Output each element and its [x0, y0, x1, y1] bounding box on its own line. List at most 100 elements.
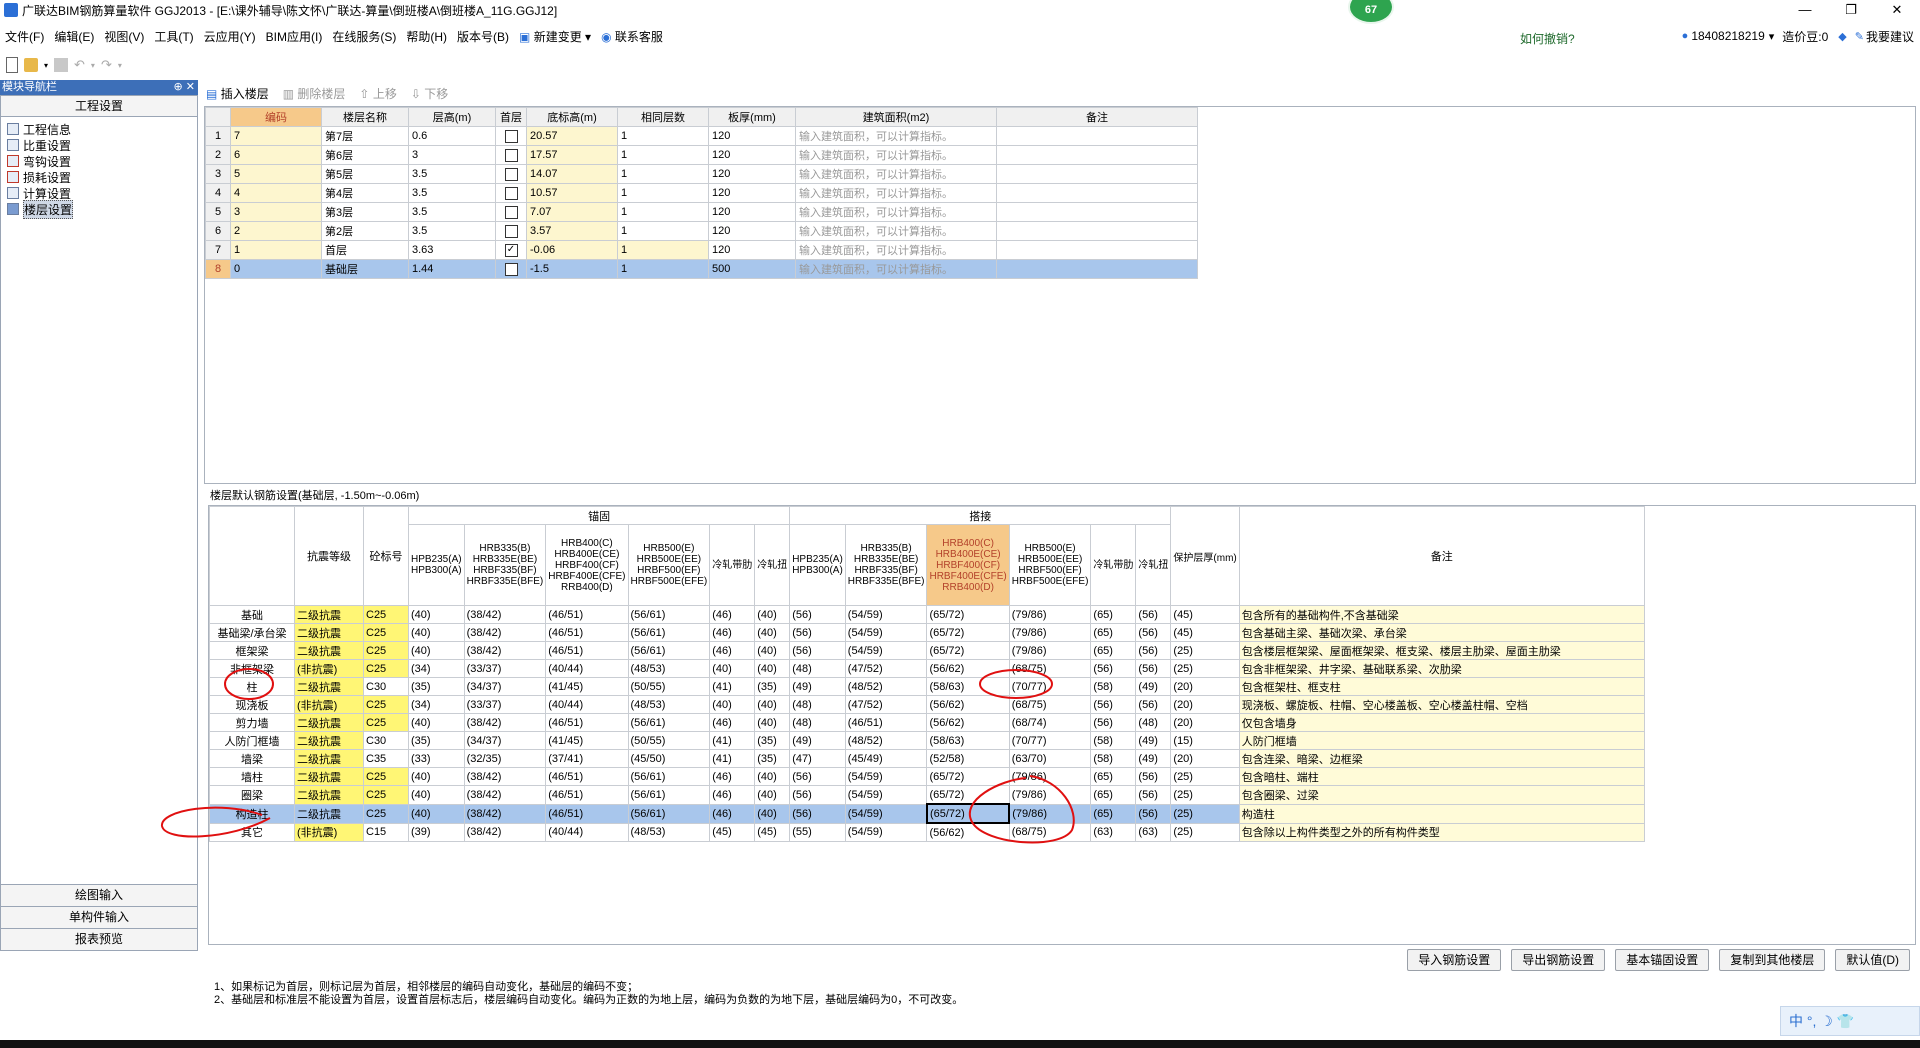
concrete-grade-cell[interactable]: C25 — [363, 713, 409, 732]
floor-base-cell[interactable]: 7.07 — [526, 202, 618, 222]
score-badge[interactable]: 67 — [1348, 0, 1394, 24]
lap-value-cell[interactable]: (52/58) — [926, 749, 1010, 768]
anchor-value-cell[interactable]: (35) — [754, 749, 791, 768]
floor-height-cell[interactable]: 3 — [408, 145, 496, 165]
seismic-grade-cell[interactable]: 二级抗震 — [294, 731, 364, 750]
lap-value-cell[interactable]: (54/59) — [844, 822, 928, 842]
anchor-value-cell[interactable]: (46) — [709, 605, 756, 624]
anchor-value-cell[interactable]: (41) — [709, 749, 756, 768]
floor-same-cell[interactable]: 1 — [617, 145, 709, 165]
menu-new-change[interactable]: ▣ 新建变更 ▾ — [514, 28, 596, 45]
lap-value-cell[interactable]: (45/49) — [844, 749, 928, 768]
floor-row-number[interactable]: 6 — [205, 221, 231, 241]
floor-remark-cell[interactable] — [996, 145, 1198, 165]
lap-value-cell[interactable]: (68/75) — [1008, 659, 1092, 678]
cover-cell[interactable]: (25) — [1170, 659, 1240, 678]
anchor-value-cell[interactable]: (46) — [709, 803, 756, 824]
lap-value-cell[interactable]: (56) — [1135, 803, 1172, 824]
lap-value-cell[interactable]: (65) — [1090, 605, 1137, 624]
anchor-value-cell[interactable]: (38/42) — [463, 785, 547, 805]
lap-value-cell[interactable]: (54/59) — [844, 641, 928, 660]
concrete-grade-cell[interactable]: C25 — [363, 623, 409, 642]
floor-height-cell[interactable]: 3.5 — [408, 183, 496, 203]
note-cell[interactable]: 人防门框墙 — [1238, 731, 1645, 750]
lap-value-cell[interactable]: (68/75) — [1008, 822, 1092, 842]
col-first[interactable]: 首层 — [495, 107, 527, 127]
floor-height-cell[interactable]: 0.6 — [408, 126, 496, 146]
lap-value-cell[interactable]: (47/52) — [844, 695, 928, 714]
lap-value-cell[interactable]: (56) — [789, 785, 846, 805]
lap-value-cell[interactable]: (65/72) — [926, 623, 1010, 642]
anchor-value-cell[interactable]: (56/61) — [627, 641, 711, 660]
seismic-grade-cell[interactable]: 二级抗震 — [294, 749, 364, 768]
floor-row-number[interactable]: 8 — [205, 259, 231, 279]
undo-icon[interactable]: ↶ — [74, 57, 85, 73]
anchor-value-cell[interactable]: (39) — [408, 822, 465, 842]
concrete-grade-cell[interactable]: C25 — [363, 605, 409, 624]
menu-version[interactable]: 版本号(B) — [452, 28, 514, 45]
lap-value-cell[interactable]: (48) — [789, 659, 846, 678]
menu-edit[interactable]: 编辑(E) — [49, 28, 99, 45]
lap-value-cell[interactable]: (55) — [789, 822, 846, 842]
drawing-input-button[interactable]: 绘图输入 — [1, 884, 197, 906]
floor-area-cell[interactable]: 输入建筑面积，可以计算指标。 — [795, 145, 997, 165]
floor-thick-cell[interactable]: 120 — [708, 183, 796, 203]
anchor-value-cell[interactable]: (48/53) — [627, 659, 711, 678]
anchor-value-cell[interactable]: (40) — [754, 785, 791, 805]
anchor-value-cell[interactable]: (56/61) — [627, 605, 711, 624]
cover-cell[interactable]: (20) — [1170, 695, 1240, 714]
seismic-grade-cell[interactable]: 二级抗震 — [294, 803, 364, 824]
floor-row[interactable]: 1 7 第7层 0.6 20.57 1 120 输入建筑面积，可以计算指标。 — [205, 126, 1198, 146]
anchor-value-cell[interactable]: (46/51) — [545, 605, 629, 624]
delete-floor-button[interactable]: ▥ 删除楼层 — [283, 85, 346, 102]
lap-value-cell[interactable]: (56) — [1090, 695, 1137, 714]
lap-value-cell[interactable]: (58/63) — [926, 677, 1010, 696]
component-name-cell[interactable]: 柱 — [209, 677, 295, 696]
anchor-value-cell[interactable]: (34) — [408, 695, 465, 714]
anchor-value-cell[interactable]: (48/53) — [627, 695, 711, 714]
component-name-cell[interactable]: 基础梁/承台梁 — [209, 623, 295, 642]
lap-value-cell[interactable]: (79/86) — [1008, 785, 1092, 805]
floor-row[interactable]: 4 4 第4层 3.5 10.57 1 120 输入建筑面积，可以计算指标。 — [205, 183, 1198, 203]
rebar-row[interactable]: 框架梁 二级抗震 C25 (40) (38/42) (46/51) (56/61) (46)(… — [209, 641, 1645, 660]
floor-height-cell[interactable]: 3.63 — [408, 240, 496, 260]
floor-row-number[interactable]: 1 — [205, 126, 231, 146]
lap-value-cell[interactable]: (54/59) — [844, 605, 928, 624]
anchor-value-cell[interactable]: (41/45) — [545, 677, 629, 696]
col-name[interactable]: 楼层名称 — [321, 107, 409, 127]
lap-value-cell[interactable]: (63/70) — [1008, 749, 1092, 768]
move-up-button[interactable]: ⇧ 上移 — [359, 85, 396, 102]
account-dropdown-icon[interactable]: ▾ — [1769, 30, 1775, 43]
floor-name-cell[interactable]: 第7层 — [321, 126, 409, 146]
nav-item-floor[interactable]: 楼层设置 — [1, 199, 197, 219]
floor-remark-cell[interactable] — [996, 259, 1198, 279]
anchor-value-cell[interactable]: (40) — [754, 605, 791, 624]
save-icon[interactable] — [54, 58, 69, 72]
component-name-cell[interactable]: 人防门框墙 — [209, 731, 295, 750]
seismic-grade-cell[interactable]: 二级抗震 — [294, 605, 364, 624]
lap-value-cell[interactable]: (68/75) — [1008, 695, 1092, 714]
lap-value-cell[interactable]: (65/72) — [926, 641, 1010, 660]
anchor-value-cell[interactable]: (38/42) — [463, 713, 547, 732]
cover-cell[interactable]: (20) — [1170, 749, 1240, 768]
anchor-value-cell[interactable]: (40) — [754, 713, 791, 732]
anchor-value-cell[interactable]: (41) — [709, 731, 756, 750]
lap-value-cell[interactable]: (56) — [1090, 659, 1137, 678]
lap-value-cell[interactable]: (54/59) — [844, 785, 928, 805]
anchor-value-cell[interactable]: (46/51) — [545, 767, 629, 786]
component-name-cell[interactable]: 基础 — [209, 605, 295, 624]
rebar-row[interactable]: 柱二级抗震 C30 (35) (34/37) (41/45) (50/55) (41) (35… — [209, 677, 1645, 696]
seismic-grade-cell[interactable]: 二级抗震 — [294, 785, 364, 805]
floor-thick-cell[interactable]: 120 — [708, 221, 796, 241]
menu-file[interactable]: 文件(F) — [0, 28, 49, 45]
floor-remark-cell[interactable] — [996, 202, 1198, 222]
concrete-grade-cell[interactable]: C30 — [363, 677, 409, 696]
menu-help[interactable]: 帮助(H) — [401, 28, 452, 45]
floor-first-cell[interactable] — [495, 183, 527, 203]
open-folder-icon[interactable] — [24, 58, 38, 72]
floor-first-cell[interactable] — [495, 145, 527, 165]
floor-row[interactable]: 6 2 第2层 3.5 3.57 1 120 输入建筑面积，可以计算指标。 — [205, 221, 1198, 241]
anchor-value-cell[interactable]: (45/50) — [627, 749, 711, 768]
floor-row-number[interactable]: 2 — [205, 145, 231, 165]
anchor-value-cell[interactable]: (41) — [709, 677, 756, 696]
